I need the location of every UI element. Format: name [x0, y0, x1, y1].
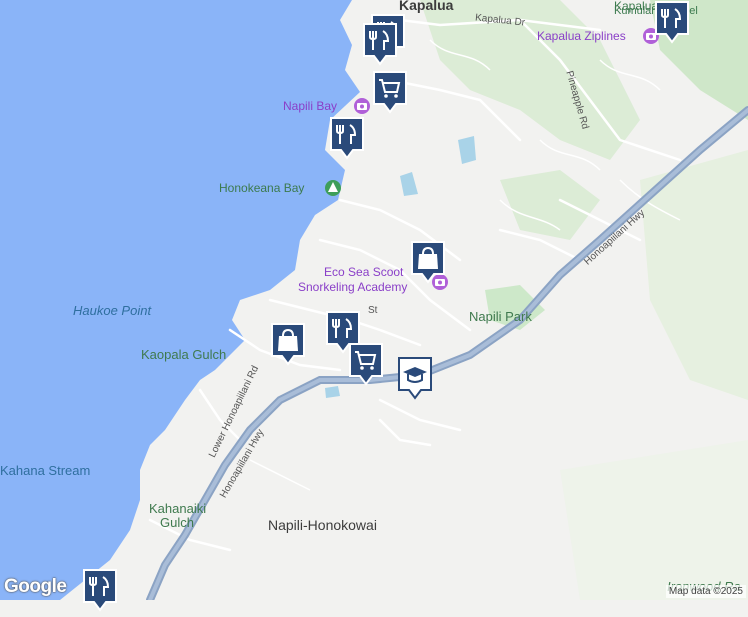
water-label-kahana-stream: Kahana Stream	[0, 463, 91, 478]
google-logo: Google	[4, 576, 67, 597]
school-marker[interactable]	[397, 356, 433, 400]
label-gulch: Gulch	[160, 515, 194, 530]
shopping-marker[interactable]	[410, 240, 446, 284]
camera-icon	[354, 98, 370, 114]
label-kaopala-gulch: Kaopala Gulch	[141, 347, 227, 362]
restaurant-marker[interactable]	[654, 0, 690, 44]
place-label-kapalua: Kapalua	[399, 0, 454, 13]
restaurant-marker[interactable]	[82, 568, 118, 612]
place-label-napili-honokowai: Napili-Honokowai	[268, 517, 377, 533]
poi-label-napili-bay[interactable]: Napili Bay	[283, 100, 337, 112]
road-label-st-fragment: St	[368, 305, 378, 316]
poi-label-eco-sea-2[interactable]: Snorkeling Academy	[298, 281, 407, 293]
map-attribution[interactable]: Map data ©2025	[665, 585, 746, 598]
grocery-marker[interactable]	[348, 342, 384, 386]
park-label-napili-park[interactable]: Napili Park	[469, 310, 532, 323]
poi-label-eco-sea-1[interactable]: Eco Sea Scoot	[324, 266, 403, 278]
label-kahanaiki: Kahanaiki	[149, 501, 207, 516]
water-label-haukoe-point: Haukoe Point	[73, 303, 152, 318]
restaurant-marker[interactable]	[329, 116, 365, 160]
poi-label-honokeana-bay[interactable]: Honokeana Bay	[219, 182, 304, 194]
poi-label-kapalua-ziplines[interactable]: Kapalua Ziplines	[537, 30, 626, 42]
grocery-marker[interactable]	[372, 70, 408, 114]
restaurant-marker[interactable]	[362, 22, 398, 66]
park-tree-icon	[325, 180, 341, 196]
shopping-marker[interactable]	[270, 322, 306, 366]
